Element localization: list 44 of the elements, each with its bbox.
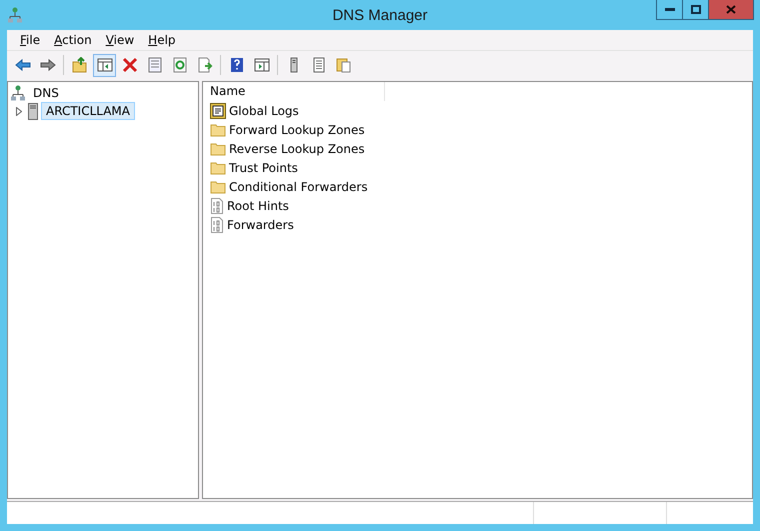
server-icon: [28, 102, 38, 120]
network-icon: [8, 7, 22, 23]
export-icon: [196, 57, 212, 73]
tree-item[interactable]: DNS: [28, 84, 64, 102]
console-tree-icon: [96, 57, 112, 73]
back-icon: [14, 57, 30, 73]
menu-item[interactable]: View: [98, 33, 142, 47]
delete-icon: [122, 57, 138, 73]
console-tree-button[interactable]: [93, 54, 116, 76]
properties-icon: [146, 57, 162, 73]
help-icon: [228, 57, 244, 73]
tree-item[interactable]: ARCTICLLAMA: [41, 102, 135, 120]
refresh-icon: [172, 57, 188, 73]
folder-icon: [210, 180, 226, 194]
close-button[interactable]: [708, 0, 754, 20]
binary-file-icon: [210, 216, 224, 232]
menu-item[interactable]: Action: [47, 33, 99, 47]
list-item[interactable]: Reverse Lookup Zones: [229, 142, 365, 156]
folder-up-icon: [72, 57, 88, 73]
folder-icon: [210, 122, 226, 136]
action-pane-icon: [254, 57, 270, 73]
expand-icon[interactable]: [16, 106, 22, 116]
list-item[interactable]: Conditional Forwarders: [229, 180, 368, 194]
network-icon: [11, 85, 25, 101]
clipboard-icon: [336, 57, 352, 73]
list-item[interactable]: Forwarders: [227, 218, 294, 232]
folder-icon: [210, 142, 226, 156]
binary-file-icon: [210, 198, 224, 214]
forward-icon: [40, 57, 56, 73]
maximize-icon: [690, 5, 700, 14]
list-item[interactable]: Trust Points: [229, 160, 298, 174]
list-item[interactable]: Forward Lookup Zones: [229, 122, 365, 136]
minimize-icon: [664, 8, 674, 11]
list-item[interactable]: Root Hints: [227, 198, 289, 212]
menu-item[interactable]: Help: [141, 33, 183, 47]
list-item[interactable]: Global Logs: [229, 104, 299, 118]
close-icon: [726, 5, 736, 14]
menu-item[interactable]: File: [13, 33, 48, 47]
column-header[interactable]: Name: [205, 82, 385, 101]
folder-icon: [210, 160, 226, 174]
window-title: DNS Manager: [332, 6, 428, 24]
list-icon: [310, 57, 326, 73]
log-icon: [210, 102, 226, 118]
minimize-button[interactable]: [656, 0, 683, 20]
